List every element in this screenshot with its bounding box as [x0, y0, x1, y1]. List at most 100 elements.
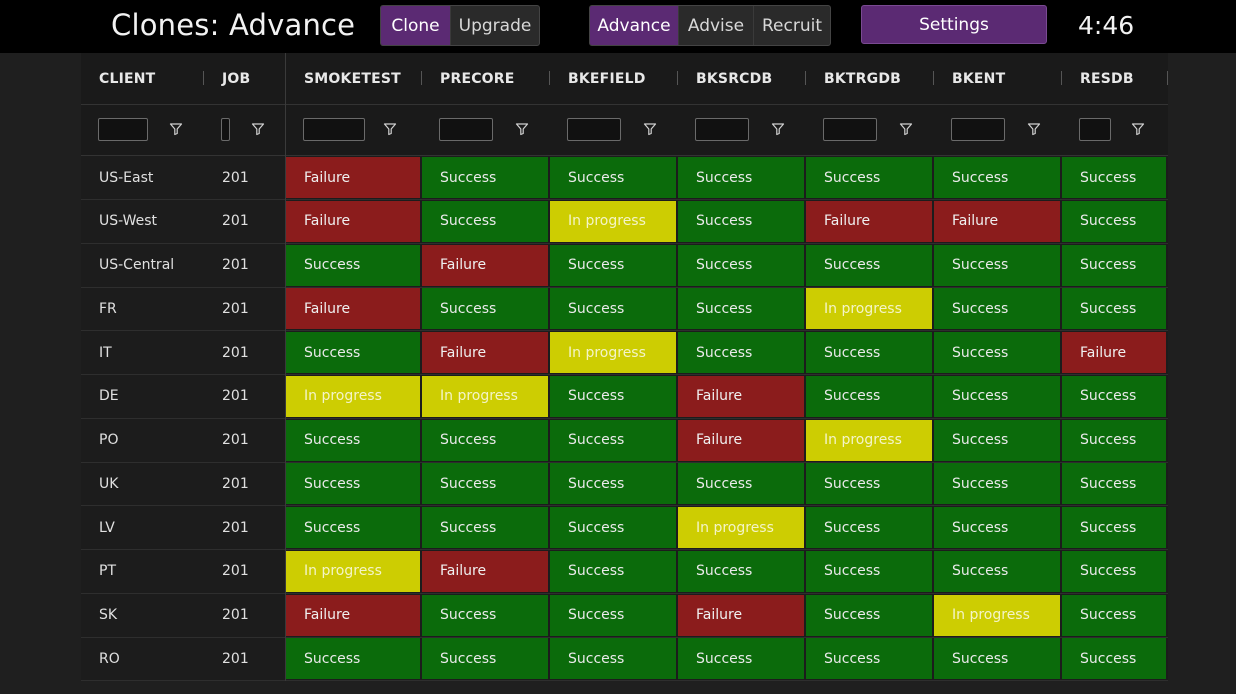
status-cell[interactable]: Success [550, 463, 676, 505]
status-cell[interactable]: Success [1062, 638, 1166, 680]
status-cell[interactable]: In progress [422, 375, 548, 417]
status-cell[interactable]: Success [806, 550, 932, 592]
advance-button[interactable]: Advance [590, 6, 679, 45]
status-cell[interactable]: Success [1062, 463, 1166, 505]
status-cell[interactable]: Success [286, 244, 420, 286]
filter-input-precore[interactable] [439, 118, 493, 141]
status-cell[interactable]: Failure [934, 200, 1060, 242]
table-row[interactable]: PO 201 Success Success Success Failure In prog… [81, 419, 1168, 463]
filter-input-bkefield[interactable] [567, 118, 621, 141]
status-cell[interactable]: Failure [1062, 332, 1166, 373]
column-header-smoketest[interactable]: SMOKETEST [286, 53, 422, 104]
status-cell[interactable]: Success [1062, 507, 1166, 548]
table-row[interactable]: DE 201 In progress In progress Success Failur… [81, 375, 1168, 419]
status-cell[interactable]: In progress [550, 200, 676, 242]
status-cell[interactable]: Success [806, 244, 932, 286]
status-cell[interactable]: Success [286, 419, 420, 461]
filter-input-smoketest[interactable] [303, 118, 365, 141]
status-cell[interactable]: Success [286, 332, 420, 373]
status-cell[interactable]: Success [422, 288, 548, 330]
table-row[interactable]: UK 201 Success Success Success Success Success… [81, 462, 1168, 507]
status-cell[interactable]: Failure [286, 594, 420, 636]
status-cell[interactable]: Success [422, 419, 548, 461]
status-cell[interactable]: Success [806, 507, 932, 548]
status-cell[interactable]: Success [806, 332, 932, 373]
status-cell[interactable]: Success [1062, 375, 1166, 417]
status-cell[interactable]: Success [934, 332, 1060, 373]
status-cell[interactable]: Success [550, 419, 676, 461]
status-cell[interactable]: Success [1062, 419, 1166, 461]
status-cell[interactable]: Success [934, 375, 1060, 417]
column-header-job[interactable]: JOB [204, 53, 286, 104]
table-row[interactable]: FR 201 Failure Success Success Success In prog… [81, 287, 1168, 332]
column-header-bktrgdb[interactable]: BKTRGDB [806, 53, 934, 104]
status-cell[interactable]: Failure [286, 157, 420, 198]
filter-input-bktrgdb[interactable] [823, 118, 877, 141]
status-cell[interactable]: Success [550, 375, 676, 417]
status-cell[interactable]: Success [1062, 288, 1166, 330]
status-cell[interactable]: In progress [550, 332, 676, 373]
filter-icon[interactable] [169, 122, 183, 136]
table-row[interactable]: SK 201 Failure Success Success Failure Success… [81, 594, 1168, 638]
status-cell[interactable]: Success [1062, 157, 1166, 198]
status-cell[interactable]: Success [1062, 200, 1166, 242]
status-cell[interactable]: Failure [678, 419, 804, 461]
status-cell[interactable]: Success [806, 375, 932, 417]
table-row[interactable]: PT 201 In progress Failure Success Success Suc… [81, 550, 1168, 594]
filter-input-job[interactable] [221, 118, 230, 141]
status-cell[interactable]: Failure [678, 594, 804, 636]
table-row[interactable]: IT 201 Success Failure In progress Success Suc… [81, 331, 1168, 375]
filter-input-resdb[interactable] [1079, 118, 1111, 141]
column-header-precore[interactable]: PRECORE [422, 53, 550, 104]
status-cell[interactable]: Success [1062, 594, 1166, 636]
status-cell[interactable]: Success [550, 594, 676, 636]
table-row[interactable]: US-West 201 Failure Success In progress Succe… [81, 200, 1168, 244]
filter-icon[interactable] [899, 122, 913, 136]
status-cell[interactable]: Success [678, 550, 804, 592]
status-cell[interactable]: Success [934, 550, 1060, 592]
status-cell[interactable]: Failure [422, 244, 548, 286]
status-cell[interactable]: Success [550, 244, 676, 286]
table-row[interactable]: LV 201 Success Success Success In progress Suc… [81, 506, 1168, 550]
status-cell[interactable]: Success [1062, 244, 1166, 286]
status-cell[interactable]: Success [806, 463, 932, 505]
status-cell[interactable]: Success [678, 157, 804, 198]
column-header-resdb[interactable]: RESDB [1062, 53, 1168, 104]
status-cell[interactable]: In progress [806, 419, 932, 461]
filter-input-client[interactable] [98, 118, 148, 141]
settings-button[interactable]: Settings [861, 5, 1047, 44]
status-cell[interactable]: Success [678, 332, 804, 373]
status-cell[interactable]: Success [678, 200, 804, 242]
status-cell[interactable]: Success [286, 507, 420, 548]
status-cell[interactable]: In progress [806, 288, 932, 330]
status-cell[interactable]: Failure [286, 200, 420, 242]
filter-input-bkent[interactable] [951, 118, 1005, 141]
status-cell[interactable]: Success [422, 463, 548, 505]
status-cell[interactable]: Failure [422, 550, 548, 592]
status-cell[interactable]: Success [422, 594, 548, 636]
status-cell[interactable]: Success [286, 638, 420, 680]
status-cell[interactable]: Failure [286, 288, 420, 330]
status-cell[interactable]: Success [422, 638, 548, 680]
status-cell[interactable]: Failure [422, 332, 548, 373]
status-cell[interactable]: Success [806, 638, 932, 680]
filter-icon[interactable] [771, 122, 785, 136]
status-cell[interactable]: Success [934, 157, 1060, 198]
advise-button[interactable]: Advise [679, 6, 754, 45]
filter-icon[interactable] [515, 122, 529, 136]
column-header-bkent[interactable]: BKENT [934, 53, 1062, 104]
status-cell[interactable]: Success [678, 638, 804, 680]
status-cell[interactable]: Success [422, 157, 548, 198]
status-cell[interactable]: Success [934, 419, 1060, 461]
status-cell[interactable]: Success [678, 244, 804, 286]
status-cell[interactable]: Failure [806, 200, 932, 242]
status-cell[interactable]: In progress [678, 507, 804, 548]
status-cell[interactable]: Success [678, 288, 804, 330]
status-cell[interactable]: Success [550, 288, 676, 330]
status-cell[interactable]: Success [550, 507, 676, 548]
status-cell[interactable]: In progress [934, 594, 1060, 636]
status-cell[interactable]: Success [550, 157, 676, 198]
status-cell[interactable]: Success [422, 200, 548, 242]
status-cell[interactable]: In progress [286, 550, 420, 592]
status-cell[interactable]: Success [934, 507, 1060, 548]
